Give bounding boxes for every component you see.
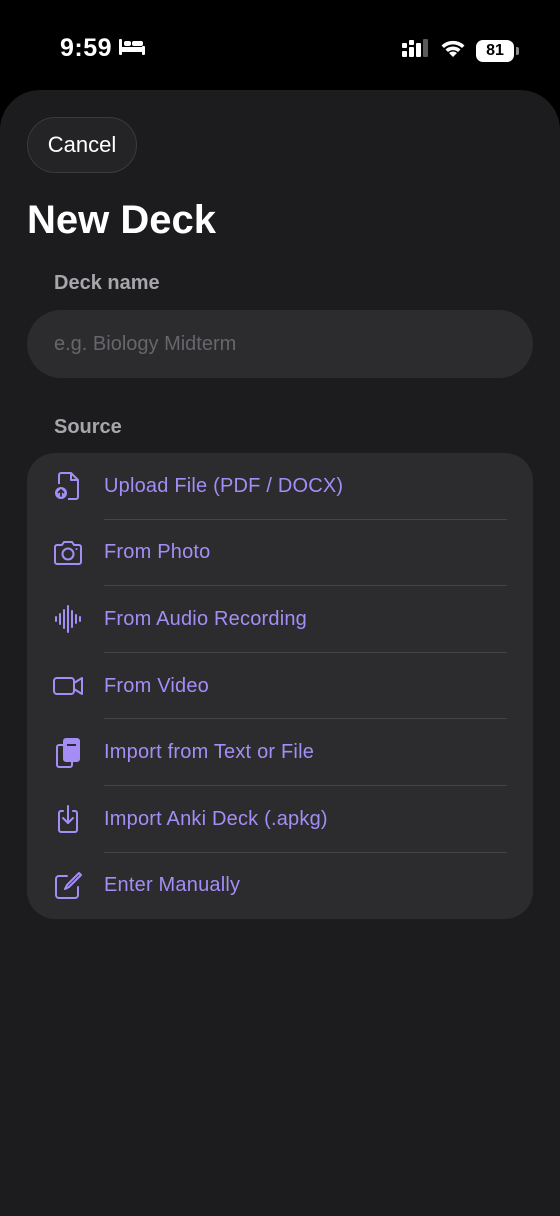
status-time-group: 9:59 (60, 34, 146, 63)
cellular-signal-icon (402, 39, 430, 62)
source-item-enter-manually[interactable]: Enter Manually (27, 853, 533, 919)
waveform-icon (51, 602, 85, 636)
wifi-icon (440, 38, 466, 63)
source-item-from-photo[interactable]: From Photo (27, 520, 533, 587)
deck-name-label: Deck name (54, 272, 160, 294)
upload-file-icon (51, 469, 85, 503)
deck-name-input[interactable] (27, 310, 533, 378)
source-item-import-anki[interactable]: Import Anki Deck (.apkg) (27, 786, 533, 853)
source-item-label: Import Anki Deck (.apkg) (104, 807, 328, 830)
source-item-label: Upload File (PDF / DOCX) (104, 474, 344, 497)
battery-indicator: 81 (476, 39, 519, 62)
page-title: New Deck (27, 198, 216, 242)
compose-icon (51, 869, 85, 903)
source-item-upload-file[interactable]: Upload File (PDF / DOCX) (27, 453, 533, 520)
video-camera-icon (51, 669, 85, 703)
source-item-from-video[interactable]: From Video (27, 653, 533, 720)
source-item-label: Enter Manually (104, 874, 241, 897)
cancel-button[interactable]: Cancel (27, 117, 137, 173)
source-item-label: Import from Text or File (104, 741, 315, 764)
download-tray-icon (51, 802, 85, 836)
source-item-import-text[interactable]: Import from Text or File (27, 719, 533, 786)
bed-icon (118, 34, 146, 63)
new-deck-sheet: Cancel New Deck Deck name Source Upload … (0, 90, 560, 1216)
status-indicators: 81 (402, 38, 519, 63)
status-time: 9:59 (60, 34, 113, 62)
source-list: Upload File (PDF / DOCX) From Photo From… (27, 453, 533, 919)
camera-icon (51, 536, 85, 570)
source-item-from-audio[interactable]: From Audio Recording (27, 586, 533, 653)
source-item-label: From Video (104, 674, 210, 697)
source-item-label: From Photo (104, 541, 211, 564)
documents-icon (51, 736, 85, 770)
source-item-label: From Audio Recording (104, 607, 307, 630)
status-bar: 9:59 81 (0, 0, 560, 90)
source-label: Source (54, 416, 122, 438)
